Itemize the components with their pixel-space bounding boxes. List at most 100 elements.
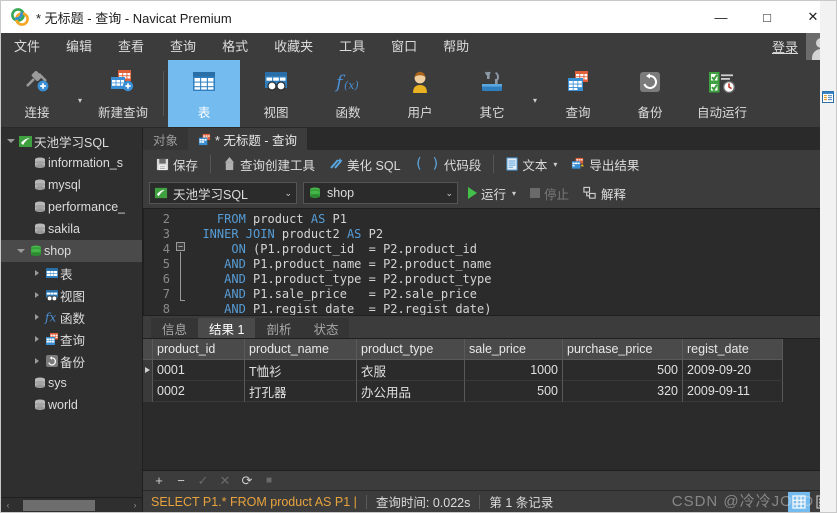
toolbar-function[interactable]: f (x) 函数: [312, 60, 384, 127]
code-fold-column[interactable]: −: [174, 209, 188, 315]
text-view-button[interactable]: 文本 ▾: [499, 153, 564, 176]
twisty-closed-icon[interactable]: [31, 336, 43, 342]
grid-cell[interactable]: 衣服: [357, 360, 465, 381]
twisty-closed-icon[interactable]: [31, 270, 43, 276]
other-dropdown-caret-icon[interactable]: ▾: [528, 82, 542, 105]
database-select[interactable]: shop ⌄: [303, 182, 458, 204]
grid-cell[interactable]: 320: [563, 381, 683, 402]
toolbar-backup[interactable]: 备份: [614, 60, 686, 127]
grid-cell[interactable]: 2009-09-11: [683, 381, 783, 402]
grid-column-header[interactable]: product_type: [357, 339, 465, 360]
result-tab-status[interactable]: 状态: [302, 318, 350, 338]
toolbar-new-query[interactable]: 新建查询: [87, 60, 159, 127]
sql-code-text[interactable]: FROM product AS P1 INNER JOIN product2 A…: [188, 209, 820, 315]
result-tab-info[interactable]: 信息: [151, 318, 199, 338]
twisty-open-icon[interactable]: [15, 249, 27, 253]
table-info-panel-icon[interactable]: [822, 91, 834, 103]
query-builder-button[interactable]: 查询创建工具: [216, 153, 322, 176]
sidebar-item-information-schema[interactable]: information_s: [1, 152, 142, 174]
export-result-button[interactable]: 导出结果: [564, 153, 646, 176]
twisty-closed-icon[interactable]: [31, 292, 43, 298]
table-row[interactable]: 0001 T恤衫 衣服 1000 500 2009-09-20: [143, 360, 821, 381]
grid-column-header[interactable]: product_id: [153, 339, 245, 360]
grid-cell[interactable]: 500: [563, 360, 683, 381]
connection-select[interactable]: 天池学习SQL ⌄: [149, 182, 297, 204]
grid-cell[interactable]: 打孔器: [245, 381, 357, 402]
result-tab-result1[interactable]: 结果 1: [198, 318, 256, 338]
text-dropdown-caret-icon[interactable]: ▾: [553, 160, 557, 169]
chevron-down-icon[interactable]: ⌄: [284, 188, 292, 199]
tab-objects[interactable]: 对象: [143, 128, 189, 150]
grid-cell[interactable]: 500: [465, 381, 563, 402]
grid-cell[interactable]: T恤衫: [245, 360, 357, 381]
beautify-sql-button[interactable]: 美化 SQL: [322, 153, 408, 176]
sidebar-item-shop[interactable]: shop: [1, 240, 142, 262]
grid-cell[interactable]: 1000: [465, 360, 563, 381]
delete-record-button[interactable]: −: [171, 472, 191, 490]
menu-edit[interactable]: 编辑: [53, 33, 105, 60]
explain-button[interactable]: 解释: [579, 182, 630, 205]
sidebar-item-sakila[interactable]: sakila: [1, 218, 142, 240]
sql-editor-code-area[interactable]: 2 3 4 5 6 7 8 − FROM product AS P1 INNER…: [144, 209, 820, 315]
result-tab-profile[interactable]: 剖析: [255, 318, 303, 338]
login-link[interactable]: 登录: [772, 37, 798, 56]
sidebar-item-views[interactable]: 视图: [1, 284, 142, 306]
grid-column-header[interactable]: product_name: [245, 339, 357, 360]
grid-column-header[interactable]: sale_price: [465, 339, 563, 360]
grid-cell[interactable]: 0002: [153, 381, 245, 402]
minimize-button[interactable]: —: [698, 1, 744, 33]
menu-query[interactable]: 查询: [157, 33, 209, 60]
toolbar-other[interactable]: 其它: [456, 60, 528, 127]
toolbar-view[interactable]: 视图: [240, 60, 312, 127]
add-record-button[interactable]: +: [149, 472, 169, 490]
toolbar-automation[interactable]: 自动运行: [686, 60, 758, 127]
tab-query[interactable]: * 无标题 - 查询: [188, 128, 307, 150]
toolbar-query[interactable]: 查询: [542, 60, 614, 127]
sql-editor[interactable]: 2 3 4 5 6 7 8 − FROM product AS P1 INNER…: [143, 208, 836, 316]
scroll-left-arrow-icon[interactable]: ‹: [1, 498, 15, 513]
sidebar-item-queries[interactable]: 查询: [1, 328, 142, 350]
sidebar-item-mysql[interactable]: mysql: [1, 174, 142, 196]
sidebar-item-world[interactable]: world: [1, 394, 142, 416]
refresh-button[interactable]: ⟳: [237, 472, 257, 490]
scrollbar-thumb[interactable]: [23, 500, 95, 511]
run-dropdown-caret-icon[interactable]: ▾: [512, 189, 516, 198]
sidebar-item-connection[interactable]: 天池学习SQL: [1, 130, 142, 152]
menu-favorites[interactable]: 收藏夹: [261, 33, 326, 60]
grid-column-header[interactable]: regist_date: [683, 339, 783, 360]
twisty-closed-icon[interactable]: [31, 314, 43, 320]
sidebar-horizontal-scrollbar[interactable]: ‹ ›: [1, 497, 142, 512]
save-button[interactable]: 保存: [149, 153, 205, 176]
grid-cell[interactable]: 办公用品: [357, 381, 465, 402]
menu-window[interactable]: 窗口: [378, 33, 430, 60]
code-snippet-button[interactable]: ( ) 代码段: [408, 153, 489, 176]
twisty-closed-icon[interactable]: [31, 358, 43, 364]
connection-dropdown-caret-icon[interactable]: ▾: [73, 82, 87, 105]
sidebar-item-backups[interactable]: 备份: [1, 350, 142, 372]
menu-file[interactable]: 文件: [1, 33, 53, 60]
chevron-down-icon[interactable]: ⌄: [445, 188, 453, 199]
grid-view-icon[interactable]: [788, 491, 810, 512]
menu-tools[interactable]: 工具: [326, 33, 378, 60]
sidebar-item-performance-schema[interactable]: performance_: [1, 196, 142, 218]
fold-collapse-icon[interactable]: −: [176, 242, 185, 251]
menu-view[interactable]: 查看: [105, 33, 157, 60]
table-row[interactable]: 0002 打孔器 办公用品 500 320 2009-09-11: [143, 381, 821, 402]
menu-format[interactable]: 格式: [209, 33, 261, 60]
grid-column-header[interactable]: purchase_price: [563, 339, 683, 360]
toolbar-connection[interactable]: 连接: [1, 60, 73, 127]
sidebar-item-tables[interactable]: 表: [1, 262, 142, 284]
grid-cell[interactable]: 0001: [153, 360, 245, 381]
run-button[interactable]: 运行 ▾: [464, 182, 520, 205]
sidebar-item-sys[interactable]: sys: [1, 372, 142, 394]
scroll-right-arrow-icon[interactable]: ›: [128, 498, 142, 513]
twisty-open-icon[interactable]: [5, 139, 17, 143]
sidebar-item-functions[interactable]: fx 函数: [1, 306, 142, 328]
grid-cell[interactable]: 2009-09-20: [683, 360, 783, 381]
maximize-button[interactable]: □: [744, 1, 790, 33]
result-grid[interactable]: product_id product_name product_type sal…: [143, 339, 821, 490]
sidebar-label: performance_: [48, 200, 126, 214]
menu-help[interactable]: 帮助: [430, 33, 482, 60]
toolbar-table[interactable]: 表: [168, 60, 240, 127]
toolbar-user[interactable]: 用户: [384, 60, 456, 127]
